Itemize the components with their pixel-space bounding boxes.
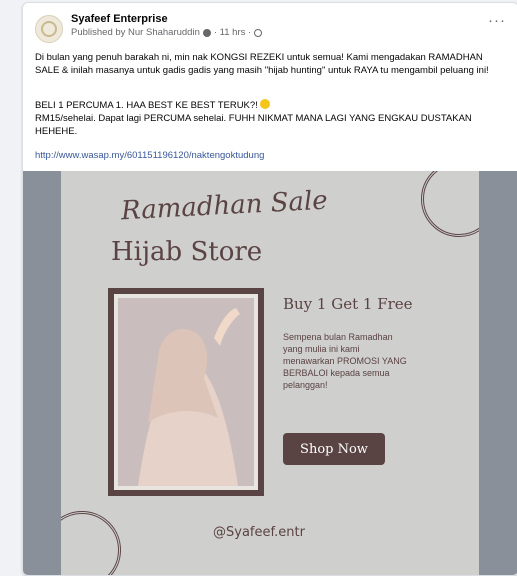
page-name[interactable]: Syafeef Enterprise [71,13,168,25]
instagram-handle: @Syafeef.entr [213,525,305,540]
published-by[interactable]: Published by Nur Shaharuddin [71,27,200,38]
grinning-face-icon [260,99,271,109]
whatsapp-link[interactable]: http://www.wasap.my/601151196120/nakteng… [35,150,264,161]
poster: Ramadhan Sale Hijab Store Buy 1 Get 1 Fr… [61,171,479,575]
poster-title: Hijab Store [111,237,263,267]
post-image[interactable]: Ramadhan Sale Hijab Store Buy 1 Get 1 Fr… [23,171,517,575]
post-time[interactable]: · 11 hrs · [214,27,251,38]
globe-icon [254,28,263,37]
info-icon[interactable] [202,28,211,37]
paragraph-2-line-1: BELI 1 PERCUMA 1. HAA BEST KE BEST TERUK… [35,100,258,111]
paragraph-2-line-2: RM15/sehelai. Dapat lagi PERCUMA sehelai… [35,113,472,137]
post-paragraph-1: Di bulan yang penuh barakah ni, min nak … [35,52,489,76]
model-photo [118,298,254,486]
post-meta: Published by Nur Shaharuddin · 11 hrs · [71,27,263,38]
more-options-button[interactable]: ··· [488,13,506,28]
post-card: Syafeef Enterprise Published by Nur Shah… [22,2,517,576]
photo-frame [108,288,264,496]
offer-heading: Buy 1 Get 1 Free [283,295,413,313]
ornament-top-right-icon [421,171,479,237]
page-avatar[interactable] [35,15,63,43]
promo-text: Sempena bulan Ramadhan yang mulia ini ka… [283,332,407,390]
ornament-bottom-left-icon [61,511,121,575]
shop-now-button[interactable]: Shop Now [283,433,385,465]
post-paragraph-2: BELI 1 PERCUMA 1. HAA BEST KE BEST TERUK… [35,99,505,138]
poster-script-title: Ramadhan Sale [120,185,329,227]
